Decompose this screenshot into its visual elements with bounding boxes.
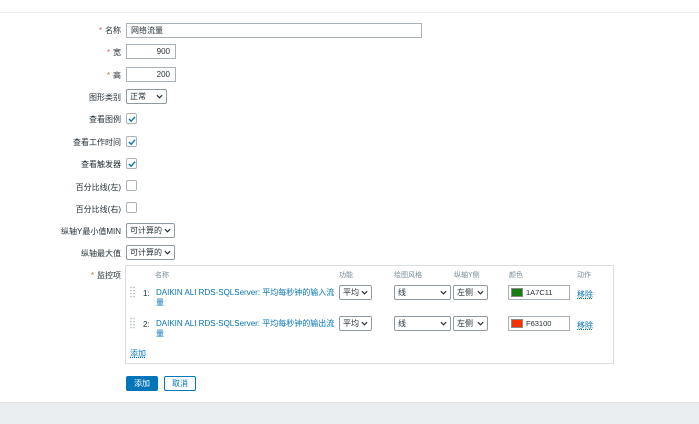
checkmark-icon	[128, 139, 136, 146]
y-axis-side-select[interactable]: 左侧	[453, 285, 488, 300]
color-hex-value: F63100	[526, 319, 552, 328]
remove-link[interactable]: 移除	[577, 289, 593, 300]
item-name-line: 量	[156, 298, 164, 307]
header-function: 功能	[339, 272, 353, 279]
drag-handle-icon[interactable]	[130, 286, 135, 299]
color-picker[interactable]: 1A7C11	[508, 285, 570, 300]
chevron-down-icon	[440, 321, 447, 326]
remove-link[interactable]: 移除	[577, 320, 593, 331]
add-item-link[interactable]: 添加	[130, 348, 146, 359]
items-table	[125, 265, 614, 364]
header-name: 名称	[155, 272, 169, 279]
chevron-down-icon	[164, 228, 171, 233]
graph-type-select[interactable]: 正常	[126, 89, 167, 104]
show-triggers-label: 查看触发器	[81, 160, 121, 169]
height-label: * 高	[106, 71, 121, 80]
width-input[interactable]: 900	[126, 44, 176, 59]
name-input[interactable]: 网络流量	[126, 23, 422, 38]
percentile-right-label: 百分比线(右)	[75, 205, 121, 214]
drag-handle-icon[interactable]	[130, 317, 135, 330]
item-name-link[interactable]: DAIKIN ALI RDS-SQLServer: 平均每秒钟的输入流 量	[156, 288, 336, 308]
chevron-down-icon	[361, 321, 368, 326]
percentile-left-label: 百分比线(左)	[75, 183, 121, 192]
draw-style-select[interactable]: 线	[394, 285, 451, 300]
top-bar	[0, 0, 699, 13]
y-axis-side-select[interactable]: 左侧	[453, 316, 488, 331]
cancel-button[interactable]: 取消	[164, 376, 196, 391]
header-color: 颜色	[509, 272, 523, 279]
show-working-time-label: 查看工作时间	[73, 138, 121, 147]
show-triggers-checkbox[interactable]	[126, 158, 137, 169]
chevron-down-icon	[164, 250, 171, 255]
items-label: * 监控项	[90, 271, 121, 280]
y-min-label: 纵轴Y最小值MIN	[61, 227, 121, 236]
item-name-line: DAIKIN ALI RDS-SQLServer: 平均每秒钟的输出流	[156, 319, 335, 328]
function-select[interactable]: 平均	[339, 285, 372, 300]
percentile-left-checkbox[interactable]	[126, 180, 137, 191]
header-draw-style: 绘图风格	[394, 272, 422, 279]
checkmark-icon	[128, 116, 136, 123]
checkmark-icon	[128, 161, 136, 168]
row-number: 1:	[143, 289, 150, 298]
width-label: * 宽	[106, 48, 121, 57]
header-action: 动作	[577, 272, 591, 279]
show-legend-checkbox[interactable]	[126, 113, 137, 124]
function-select[interactable]: 平均	[339, 316, 372, 331]
item-name-line: DAIKIN ALI RDS-SQLServer: 平均每秒钟的输入流	[156, 288, 335, 297]
y-max-select[interactable]: 可计算的	[126, 245, 175, 260]
color-picker[interactable]: F63100	[508, 316, 570, 331]
chevron-down-icon	[477, 290, 484, 295]
chevron-down-icon	[361, 290, 368, 295]
draw-style-select[interactable]: 线	[394, 316, 451, 331]
color-hex-value: 1A7C11	[526, 288, 553, 297]
footer	[0, 402, 699, 424]
chevron-down-icon	[156, 94, 163, 99]
graph-type-label: 图形类别	[89, 93, 121, 102]
show-working-time-checkbox[interactable]	[126, 136, 137, 147]
header-y-axis-side: 纵轴Y侧	[454, 272, 480, 279]
height-input[interactable]: 200	[126, 67, 176, 82]
row-number: 2:	[143, 320, 150, 329]
show-legend-label: 查看图例	[89, 115, 121, 124]
y-min-select[interactable]: 可计算的	[126, 223, 175, 238]
chevron-down-icon	[440, 290, 447, 295]
name-label: * 名称	[98, 26, 121, 35]
add-button[interactable]: 添加	[126, 376, 158, 391]
color-swatch[interactable]	[511, 288, 523, 297]
color-swatch[interactable]	[511, 319, 523, 328]
y-max-label: 纵轴最大值	[81, 249, 121, 258]
item-name-link[interactable]: DAIKIN ALI RDS-SQLServer: 平均每秒钟的输出流 量	[156, 319, 336, 339]
item-name-line: 量	[156, 329, 164, 338]
chevron-down-icon	[477, 321, 484, 326]
percentile-right-checkbox[interactable]	[126, 202, 137, 213]
